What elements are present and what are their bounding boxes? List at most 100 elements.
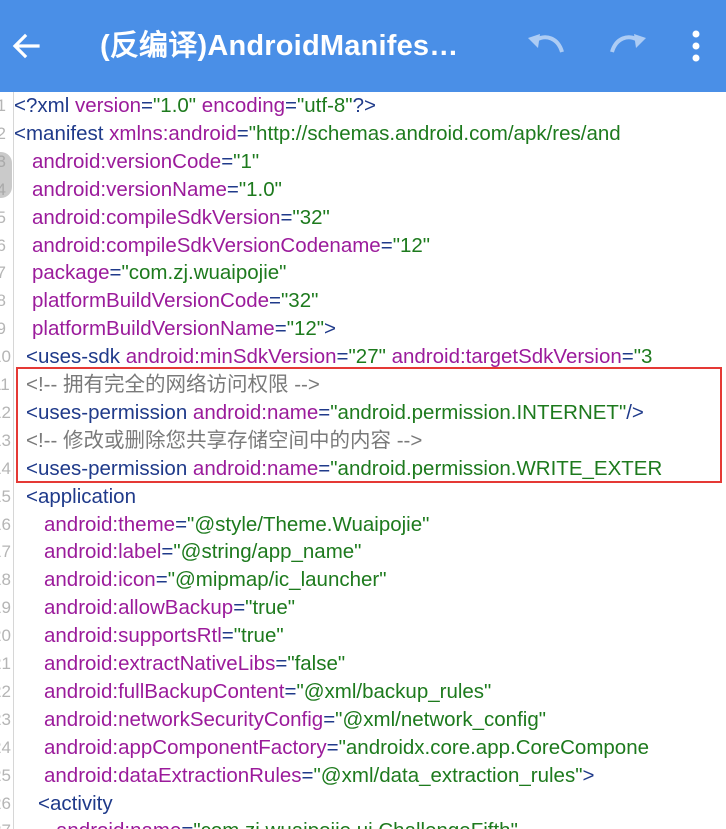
- code-text: android:dataExtractionRules="@xml/data_e…: [44, 762, 594, 790]
- token-attr: android:supportsRtl: [44, 624, 222, 648]
- token-val: "false": [287, 652, 346, 675]
- token-punct: =: [336, 345, 349, 369]
- code-text: android:networkSecurityConfig="@xml/netw…: [44, 706, 546, 734]
- code-text: android:compileSdkVersionCodename="12": [32, 232, 430, 260]
- line-number: 26: [0, 793, 11, 813]
- page-title: (反编译)AndroidManifes…: [100, 30, 459, 62]
- line-number: 12: [0, 402, 11, 422]
- token-val: "27": [348, 345, 386, 369]
- code-line[interactable]: 15 <application: [0, 483, 726, 511]
- line-number: 20: [0, 626, 11, 646]
- code-line[interactable]: 16 android:theme="@style/Theme.Wuaipojie": [0, 511, 726, 539]
- code-text: android:supportsRtl="true": [44, 622, 284, 650]
- token-punct: =: [155, 568, 168, 592]
- token-punct: =: [175, 512, 188, 536]
- token-punct: =: [275, 652, 288, 675]
- token-attr: android:label: [44, 540, 162, 564]
- code-line[interactable]: 17 android:label="@string/app_name": [0, 538, 726, 566]
- code-text: android:name="com.zj.wuaipojie.ui.Challe…: [56, 817, 518, 829]
- token-val: "true": [245, 596, 296, 620]
- code-line[interactable]: 9 platformBuildVersionName="12">: [0, 315, 726, 343]
- code-text: android:appComponentFactory="androidx.co…: [44, 734, 649, 762]
- code-line[interactable]: 5 android:compileSdkVersion="32": [0, 204, 726, 232]
- code-line[interactable]: 6 android:compileSdkVersionCodename="12": [0, 232, 726, 260]
- token-tag: <?xml: [14, 94, 75, 117]
- code-line[interactable]: 7 package="com.zj.wuaipojie": [0, 259, 726, 287]
- token-attr: android:versionName: [32, 177, 227, 201]
- token-attr: android:networkSecurityConfig: [44, 707, 324, 731]
- token-punct: =: [233, 596, 246, 620]
- undo-icon[interactable]: [524, 30, 568, 62]
- code-line[interactable]: 2 <manifest xmlns:android="http://schemas…: [0, 120, 726, 148]
- token-punct: =: [269, 289, 282, 313]
- token-val: "@string/app_name": [173, 540, 362, 564]
- token-punct: =: [181, 819, 193, 829]
- code-line[interactable]: 23 android:networkSecurityConfig="@xml/ne…: [0, 706, 726, 734]
- code-text: android:icon="@mipmap/ic_launcher": [44, 566, 387, 594]
- redo-icon[interactable]: [606, 30, 650, 62]
- token-punct: =: [285, 94, 297, 117]
- code-text: android:versionName="1.0": [32, 176, 282, 204]
- token-tag: <activity: [38, 791, 113, 815]
- token-attr: android:extractNativeLibs: [44, 652, 276, 675]
- token-attr: encoding: [201, 94, 286, 117]
- line-number: 27: [0, 817, 11, 829]
- code-text: android:versionCode="1": [32, 148, 259, 176]
- code-line[interactable]: 19 android:allowBackup="true": [0, 594, 726, 622]
- highlight-box: [16, 367, 722, 483]
- line-number: 15: [0, 486, 11, 506]
- code-editor[interactable]: 1 <?xml version="1.0" encoding="utf-8"?> 2…: [0, 92, 726, 829]
- token-val: "http://schemas.android.com/apk/res/and: [248, 121, 621, 145]
- token-punct: =: [161, 540, 174, 564]
- arrow-left-icon[interactable]: [8, 26, 44, 66]
- token-tag: >: [582, 763, 595, 787]
- scroll-handle[interactable]: [0, 152, 12, 198]
- line-number: 21: [0, 654, 11, 673]
- line-number: 23: [0, 709, 11, 729]
- code-line[interactable]: 18 android:icon="@mipmap/ic_launcher": [0, 566, 726, 594]
- code-text: android:allowBackup="true": [44, 594, 295, 622]
- code-line[interactable]: 4android:versionName="1.0": [0, 176, 726, 204]
- token-punct: =: [221, 624, 234, 648]
- code-line[interactable]: 8 platformBuildVersionCode="32": [0, 287, 726, 315]
- token-attr: package: [32, 261, 110, 285]
- token-attr: android:dataExtractionRules: [44, 763, 302, 787]
- token-tag: <uses-sdk: [26, 345, 126, 369]
- code-line[interactable]: 27 android:name="com.zj.wuaipojie.ui.Chal…: [0, 817, 726, 829]
- code-line[interactable]: 26 <activity: [0, 790, 726, 818]
- line-number: 14: [0, 458, 11, 478]
- code-text: platformBuildVersionName="12">: [32, 315, 336, 343]
- code-text: android:label="@string/app_name": [44, 538, 361, 566]
- more-vert-icon[interactable]: [684, 24, 708, 68]
- code-line[interactable]: 3android:versionCode="1": [0, 148, 726, 176]
- token-attr: android:fullBackupContent: [44, 679, 285, 703]
- token-val: "@xml/network_config": [335, 707, 546, 731]
- code-line[interactable]: 24 android:appComponentFactory="androidx.…: [0, 734, 726, 762]
- token-val: "12": [392, 233, 431, 257]
- line-number: 6: [0, 235, 6, 255]
- code-line[interactable]: 21 android:extractNativeLibs="false": [0, 650, 726, 678]
- line-number: 17: [0, 542, 11, 562]
- code-line[interactable]: 1 <?xml version="1.0" encoding="utf-8"?>: [0, 92, 726, 120]
- token-punct: =: [274, 317, 287, 341]
- code-text: android:theme="@style/Theme.Wuaipojie": [44, 511, 429, 539]
- token-val: "utf-8": [297, 94, 353, 117]
- code-text: android:compileSdkVersion="32": [32, 204, 330, 232]
- line-number: 18: [0, 570, 11, 590]
- code-line[interactable]: 20 android:supportsRtl="true": [0, 622, 726, 650]
- code-text: android:extractNativeLibs="false": [44, 650, 345, 678]
- token-attr: android:appComponentFactory: [44, 735, 327, 759]
- code-line[interactable]: 25 android:dataExtractionRules="@xml/data…: [0, 762, 726, 790]
- code-text: android:fullBackupContent="@xml/backup_r…: [44, 678, 491, 706]
- token-val: "@xml/data_extraction_rules": [313, 763, 583, 787]
- token-tag: <application: [26, 484, 136, 508]
- token-punct: =: [284, 679, 297, 703]
- token-val: "com.zj.wuaipojie": [121, 261, 287, 285]
- line-number: 5: [0, 207, 6, 227]
- token-val: "1": [233, 149, 260, 173]
- token-punct: =: [221, 149, 234, 173]
- line-number: 19: [0, 598, 11, 618]
- token-attr: platformBuildVersionName: [32, 317, 275, 341]
- code-line[interactable]: 22 android:fullBackupContent="@xml/backup…: [0, 678, 726, 706]
- line-number: 10: [0, 347, 11, 367]
